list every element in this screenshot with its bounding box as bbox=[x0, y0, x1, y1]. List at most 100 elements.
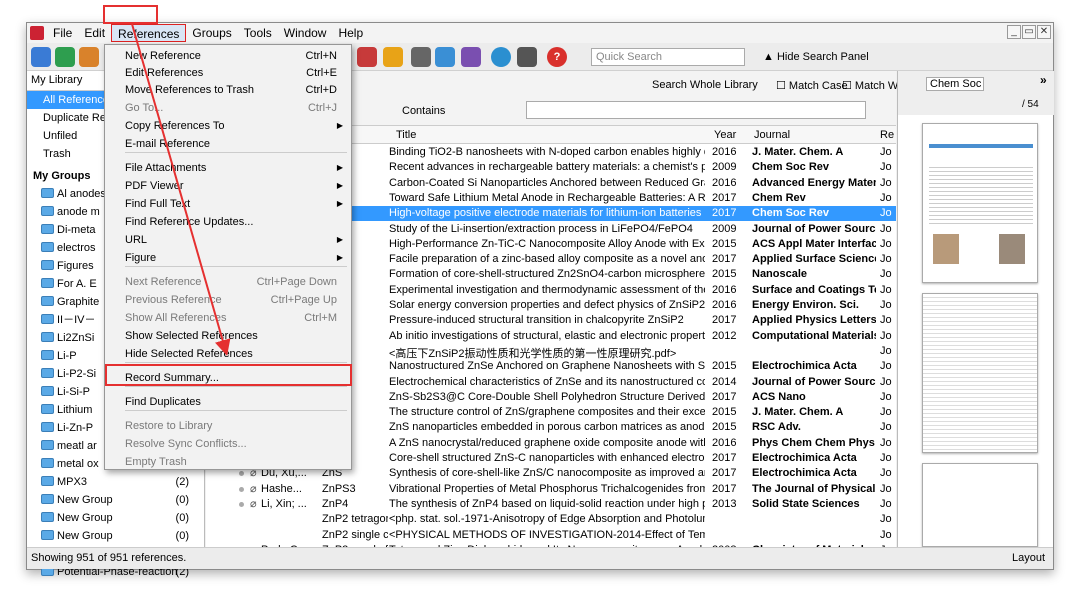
menu-item-figure[interactable]: Figure ▶ bbox=[105, 249, 351, 267]
ref-type-cell: Jo bbox=[880, 452, 892, 464]
group-item[interactable]: New Group (0) bbox=[27, 491, 203, 509]
title-cell: Study of the Li-insertion/extraction pro… bbox=[389, 222, 693, 235]
ref-type-cell: Jo bbox=[880, 161, 892, 174]
read-status-icon[interactable] bbox=[239, 501, 244, 507]
author-cell: Li, Xin; ... bbox=[261, 497, 307, 510]
close-button[interactable]: ✕ bbox=[1037, 25, 1051, 39]
menu-item-label: Edit References bbox=[125, 67, 204, 79]
pdf-page-1 bbox=[922, 123, 1038, 283]
menu-item-label: Hide Selected References bbox=[125, 348, 253, 360]
match-case-label: Match Case bbox=[788, 80, 848, 92]
col-title[interactable]: Title bbox=[396, 129, 416, 141]
menu-item-copy-references-to[interactable]: Copy References To ▶ bbox=[105, 117, 351, 135]
folder-icon bbox=[41, 440, 54, 450]
table-row[interactable]: ZnP2 tetragonal b...<php. stat. sol.-197… bbox=[206, 512, 896, 527]
pdf-tab[interactable]: Chem Soc R bbox=[926, 77, 984, 91]
read-status-icon[interactable] bbox=[239, 471, 244, 477]
menu-item-show-all-references[interactable]: Show All References Ctrl+M bbox=[105, 309, 351, 327]
group-name: Di-meta bbox=[57, 224, 96, 236]
library-icon[interactable] bbox=[31, 47, 51, 67]
ref-type-cell: Jo bbox=[880, 222, 892, 235]
author-photo bbox=[999, 234, 1025, 264]
menu-item-find-duplicates[interactable]: Find Duplicates bbox=[105, 393, 351, 411]
menu-item-next-reference[interactable]: Next Reference Ctrl+Page Down bbox=[105, 273, 351, 291]
hide-search-panel[interactable]: ▲ Hide Search Panel bbox=[763, 51, 869, 63]
menu-item-pdf-viewer[interactable]: PDF Viewer ▶ bbox=[105, 177, 351, 195]
menu-item-find-reference-updates[interactable]: Find Reference Updates... bbox=[105, 213, 351, 231]
col-ref-type[interactable]: Re bbox=[880, 129, 894, 141]
insert-citation-icon[interactable] bbox=[411, 47, 431, 67]
group-item[interactable]: New Group (0) bbox=[27, 527, 203, 545]
menu-item-new-reference[interactable]: New Reference Ctrl+N bbox=[105, 47, 351, 65]
minimize-button[interactable]: _ bbox=[1007, 25, 1021, 39]
menu-item-find-full-text[interactable]: Find Full Text ▶ bbox=[105, 195, 351, 213]
folder-icon bbox=[41, 476, 54, 486]
year-cell: 2017 bbox=[712, 390, 737, 403]
online-icon[interactable] bbox=[55, 47, 75, 67]
menu-item-empty-trash[interactable]: Empty Trash bbox=[105, 453, 351, 471]
journal-cell: Computational Materials... bbox=[752, 329, 876, 342]
help-icon[interactable]: ? bbox=[547, 47, 567, 67]
search-scope[interactable]: Search Whole Library bbox=[652, 79, 758, 91]
menu-item-restore-to-library[interactable]: Restore to Library bbox=[105, 417, 351, 435]
menu-tools[interactable]: Tools bbox=[238, 24, 278, 42]
col-year[interactable]: Year bbox=[714, 129, 736, 141]
share-icon[interactable] bbox=[517, 47, 537, 67]
table-row[interactable]: ZnP2 single crystal<PHYSICAL METHODS OF … bbox=[206, 528, 896, 543]
submenu-arrow-icon: ▶ bbox=[336, 253, 343, 262]
menu-window[interactable]: Window bbox=[278, 24, 333, 42]
menu-item-move-references-to-trash[interactable]: Move References to Trash Ctrl+D bbox=[105, 81, 351, 99]
journal-cell: ACS Nano bbox=[752, 390, 806, 403]
title-cell: A ZnS nanocrystal/reduced graphene oxide… bbox=[389, 436, 705, 449]
menu-item-previous-reference[interactable]: Previous Reference Ctrl+Page Up bbox=[105, 291, 351, 309]
group-item[interactable]: MPX3 (2) bbox=[27, 473, 203, 491]
menu-item-e-mail-reference[interactable]: E-mail Reference bbox=[105, 135, 351, 153]
maximize-button[interactable]: ▭ bbox=[1022, 25, 1036, 39]
attachment-icon: ⌀ bbox=[250, 497, 257, 510]
overflow-chevron-icon[interactable]: » bbox=[1040, 73, 1047, 87]
group-name: Figures bbox=[57, 260, 94, 272]
group-item[interactable]: New Group (0) bbox=[27, 509, 203, 527]
menu-item-show-selected-references[interactable]: Show Selected References bbox=[105, 327, 351, 345]
format-icon[interactable] bbox=[435, 47, 455, 67]
group-name: electros bbox=[57, 242, 96, 254]
menu-help[interactable]: Help bbox=[332, 24, 369, 42]
folder-icon[interactable] bbox=[383, 47, 403, 67]
year-cell: 2015 bbox=[712, 406, 737, 419]
table-row[interactable]: ⌀ Hashe... ZnPS3 Vibrational Properties of … bbox=[206, 482, 896, 497]
export-icon[interactable] bbox=[461, 47, 481, 67]
integrated-icon[interactable] bbox=[79, 47, 99, 67]
menu-item-hide-selected-references[interactable]: Hide Selected References bbox=[105, 345, 351, 363]
menu-item-label: Restore to Library bbox=[125, 420, 213, 432]
read-status-icon[interactable] bbox=[239, 486, 244, 492]
journal-cell: Chem Soc Rev bbox=[752, 207, 830, 220]
menu-item-resolve-sync-conflicts[interactable]: Resolve Sync Conflicts... bbox=[105, 435, 351, 453]
folder-icon bbox=[41, 422, 54, 432]
menu-references[interactable]: References bbox=[111, 24, 187, 42]
title-cell: <php. stat. sol.-1971-Anisotropy of Edge… bbox=[389, 513, 705, 526]
table-row[interactable]: ⌀ Li, Xin; ... ZnP4 The synthesis of ZnP4 b… bbox=[206, 497, 896, 512]
menu-item-url[interactable]: URL ▶ bbox=[105, 231, 351, 249]
menu-item-go-to[interactable]: Go To... Ctrl+J bbox=[105, 99, 351, 117]
title-cell: ZnS nanoparticles embedded in porous car… bbox=[389, 421, 705, 434]
menu-item-edit-references[interactable]: Edit References Ctrl+E bbox=[105, 64, 351, 82]
quick-search-input[interactable]: Quick Search bbox=[591, 48, 745, 66]
ref-type-cell: Jo bbox=[880, 360, 892, 373]
menu-item-label: Show Selected References bbox=[125, 330, 258, 342]
col-journal[interactable]: Journal bbox=[754, 129, 790, 141]
match-case[interactable]: ☐ Match Case bbox=[776, 79, 848, 92]
layout-button[interactable]: Layout bbox=[1012, 552, 1045, 564]
ref-type-cell: Jo bbox=[880, 482, 892, 495]
find-pdf-icon[interactable] bbox=[357, 47, 377, 67]
menu-item-file-attachments[interactable]: File Attachments ▶ bbox=[105, 159, 351, 177]
menu-edit[interactable]: Edit bbox=[78, 24, 111, 42]
condition-select[interactable]: Contains bbox=[402, 105, 445, 117]
journal-cell: Applied Physics Letters bbox=[752, 314, 876, 327]
search-term-input[interactable] bbox=[526, 101, 866, 119]
menu-file[interactable]: File bbox=[47, 24, 78, 42]
window-controls: _ ▭ ✕ bbox=[1007, 25, 1051, 39]
title-cell: Carbon-Coated Si Nanoparticles Anchored … bbox=[389, 176, 705, 189]
sync-icon[interactable] bbox=[491, 47, 511, 67]
year-cell: 2016 bbox=[712, 146, 737, 158]
menu-groups[interactable]: Groups bbox=[186, 24, 237, 42]
